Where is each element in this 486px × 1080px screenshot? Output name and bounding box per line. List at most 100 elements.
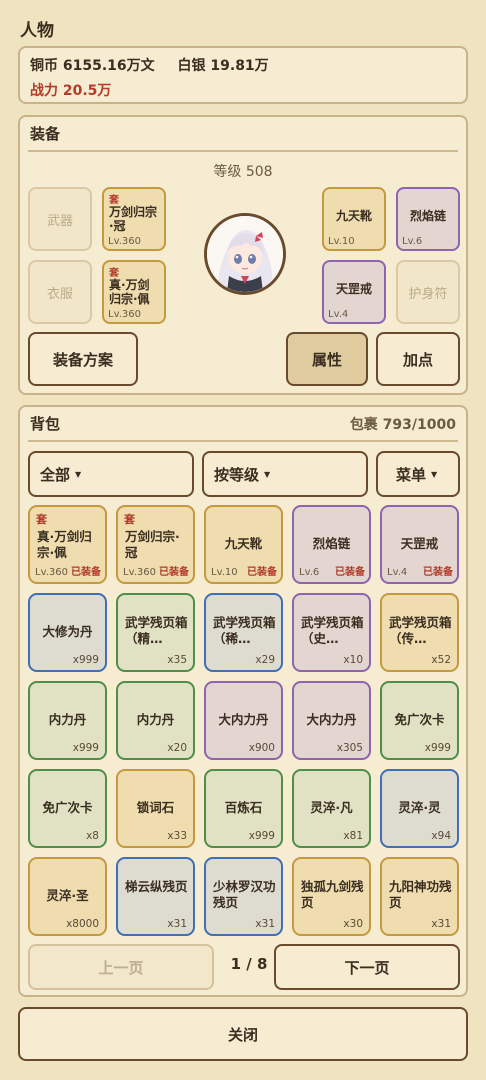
clothes-slot[interactable]: 衣服 <box>28 260 92 324</box>
next-page-button[interactable]: 下一页 <box>274 944 460 990</box>
equipped-badge: 已装备 <box>423 567 453 578</box>
item-count: x81 <box>343 830 363 842</box>
prev-page-button[interactable]: 上一页 <box>28 944 214 990</box>
attributes-button[interactable]: 属性 <box>286 332 368 386</box>
ring-slot[interactable]: 天罡戒 Lv.4 <box>322 260 386 324</box>
inventory-item[interactable]: 武学残页箱（精… x35 <box>116 593 195 672</box>
inventory-item[interactable]: 大修为丹 x999 <box>28 593 107 672</box>
page-indicator: 1 / 8 <box>230 955 268 973</box>
item-count: x35 <box>167 654 187 666</box>
inventory-item[interactable]: 少林罗汉功残页 x31 <box>204 857 283 936</box>
item-count: x31 <box>431 918 451 930</box>
item-name: 武学残页箱（稀… <box>213 615 276 646</box>
item-count: x8000 <box>66 918 99 930</box>
inventory-item[interactable]: 内力丹 x999 <box>28 681 107 760</box>
item-name: 大内力丹 <box>218 712 269 727</box>
set-tag: 套 <box>109 268 119 279</box>
item-count: x33 <box>167 830 187 842</box>
category-dropdown[interactable]: 全部 ▼ <box>28 451 194 497</box>
item-name: 真·万剑归宗·佩 <box>37 529 92 560</box>
inventory-grid[interactable]: 套真·万剑归宗·佩 Lv.360 已装备套万剑归宗·冠 Lv.360 已装备 九天靴 Lv.… <box>28 505 460 937</box>
weapon-slot[interactable]: 武器 <box>28 187 92 251</box>
item-count: x94 <box>431 830 451 842</box>
inventory-item[interactable]: 灵淬·灵 x94 <box>380 769 459 848</box>
inventory-item[interactable]: 百炼石 x999 <box>204 769 283 848</box>
equipment-title: 装备 <box>30 125 61 143</box>
pendant-slot[interactable]: 套 真·万剑归宗·佩 Lv.360 <box>102 260 166 324</box>
slot-item-level: Lv.10 <box>328 236 355 247</box>
item-count: x999 <box>72 742 99 754</box>
inventory-item[interactable]: 灵淬·圣 x8000 <box>28 857 107 936</box>
inventory-item[interactable]: 大内力丹 x900 <box>204 681 283 760</box>
item-count: x31 <box>255 918 275 930</box>
item-name: 灵淬·灵 <box>398 800 441 815</box>
item-count: x999 <box>248 830 275 842</box>
page-title: 人物 <box>20 21 54 41</box>
inventory-item[interactable]: 武学残页箱（稀… x29 <box>204 593 283 672</box>
inventory-item[interactable]: 独孤九剑残页 x30 <box>292 857 371 936</box>
item-level: Lv.360 <box>123 567 156 578</box>
helmet-slot[interactable]: 套 万剑归宗·冠 Lv.360 <box>102 187 166 251</box>
item-count: x20 <box>167 742 187 754</box>
equipment-panel: 装备 等级 508 武器 套 万剑归宗·冠 Lv.360 衣服 套 真·万剑归宗… <box>18 115 468 395</box>
item-count: x10 <box>343 654 363 666</box>
currency-panel: 铜币 6155.16万文 白银 19.81万 战力 20.5万 <box>18 46 468 104</box>
item-name: 大修为丹 <box>42 624 93 639</box>
inventory-item[interactable]: 梯云纵残页 x31 <box>116 857 195 936</box>
inventory-item[interactable]: 锁词石 x33 <box>116 769 195 848</box>
bag-capacity: 包裹 793/1000 <box>349 417 456 433</box>
amulet-slot[interactable]: 护身符 <box>396 260 460 324</box>
inventory-item[interactable]: 套真·万剑归宗·佩 Lv.360 已装备 <box>28 505 107 584</box>
add-points-button[interactable]: 加点 <box>376 332 460 386</box>
boots-slot[interactable]: 九天靴 Lv.10 <box>322 187 386 251</box>
equipment-plan-button[interactable]: 装备方案 <box>28 332 138 386</box>
character-level: 等级 508 <box>213 164 273 180</box>
inventory-item[interactable]: 九天靴 Lv.10 已装备 <box>204 505 283 584</box>
inventory-item[interactable]: 大内力丹 x305 <box>292 681 371 760</box>
slot-item-name: 天罡戒 <box>335 282 372 296</box>
chevron-down-icon: ▼ <box>264 469 271 479</box>
equipped-badge: 已装备 <box>335 567 365 578</box>
inventory-item[interactable]: 天罡戒 Lv.4 已装备 <box>380 505 459 584</box>
item-name: 灵淬·圣 <box>46 888 89 903</box>
necklace-slot[interactable]: 烈焰链 Lv.6 <box>396 187 460 251</box>
silver-value: 白银 19.81万 <box>177 58 269 74</box>
menu-dropdown-label: 菜单 <box>396 465 427 484</box>
item-name: 武学残页箱（史… <box>301 615 364 646</box>
close-button[interactable]: 关闭 <box>18 1007 468 1061</box>
character-avatar[interactable] <box>204 213 286 295</box>
slot-item-name: 万剑归宗·冠 <box>109 205 158 233</box>
sort-dropdown-label: 按等级 <box>214 465 260 484</box>
item-name: 独孤九剑残页 <box>301 879 364 910</box>
copper-value: 铜币 6155.16万文 <box>30 58 155 74</box>
item-name: 百炼石 <box>224 800 263 815</box>
sort-dropdown[interactable]: 按等级 ▼ <box>202 451 368 497</box>
slot-item-level: Lv.360 <box>108 309 141 320</box>
inventory-item[interactable]: 武学残页箱（史… x10 <box>292 593 371 672</box>
inventory-item[interactable]: 九阳神功残页 x31 <box>380 857 459 936</box>
inventory-item[interactable]: 烈焰链 Lv.6 已装备 <box>292 505 371 584</box>
divider <box>28 440 458 442</box>
inventory-item[interactable]: 免广次卡 x999 <box>380 681 459 760</box>
item-name: 灵淬·凡 <box>310 800 353 815</box>
inventory-item[interactable]: 免广次卡 x8 <box>28 769 107 848</box>
item-count: x900 <box>248 742 275 754</box>
inventory-item[interactable]: 套万剑归宗·冠 Lv.360 已装备 <box>116 505 195 584</box>
slot-item-level: Lv.6 <box>402 236 423 247</box>
inventory-item[interactable]: 内力丹 x20 <box>116 681 195 760</box>
inventory-item[interactable]: 灵淬·凡 x81 <box>292 769 371 848</box>
slot-item-name: 九天靴 <box>335 209 372 223</box>
item-name: 万剑归宗·冠 <box>125 529 180 560</box>
item-name: 天罡戒 <box>400 536 439 551</box>
item-count: x29 <box>255 654 275 666</box>
item-level: Lv.10 <box>211 567 238 578</box>
equipped-badge: 已装备 <box>71 567 101 578</box>
item-count: x8 <box>86 830 99 842</box>
item-name: 烈焰链 <box>312 536 351 551</box>
item-name: 武学残页箱（传… <box>389 615 452 646</box>
inventory-item[interactable]: 武学残页箱（传… x52 <box>380 593 459 672</box>
item-count: x999 <box>424 742 451 754</box>
menu-dropdown[interactable]: 菜单 ▼ <box>376 451 460 497</box>
item-name: 九天靴 <box>224 536 263 551</box>
item-name: 免广次卡 <box>42 800 93 815</box>
